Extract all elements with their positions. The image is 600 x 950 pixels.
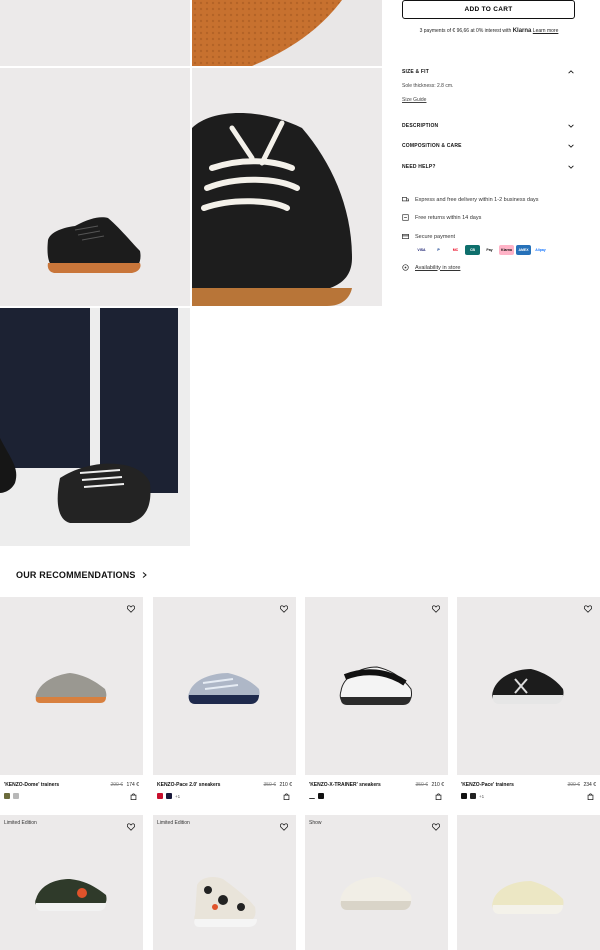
product-price: 210 € xyxy=(431,782,444,788)
payment-methods: VISA P MC CB Pay Klarna AMEX Alipay xyxy=(414,245,548,255)
product-card[interactable]: 'KENZO-Pace' trainers 390 € 234 € +1 xyxy=(457,597,600,800)
color-swatch[interactable] xyxy=(470,793,476,799)
product-card[interactable]: 'KENZO-Dome' trainers 290 € 174 € xyxy=(0,597,143,800)
service-secure: Secure payment xyxy=(402,233,455,240)
buy-box: ADD TO CART 3 payments of € 96,66 at 0% … xyxy=(400,0,582,280)
klarna-text: 3 payments of € 96,66 at 0% interest wit… xyxy=(419,28,512,34)
product-name[interactable]: 'KENZO-Pace' trainers xyxy=(461,782,514,788)
shopping-bag-icon[interactable] xyxy=(587,793,594,800)
return-icon xyxy=(402,214,409,221)
alipay-icon: Alipay xyxy=(535,248,546,252)
card-icon xyxy=(402,234,409,239)
product-image[interactable] xyxy=(305,597,448,775)
accordion-need-help[interactable]: NEED HELP? xyxy=(402,164,436,170)
service-returns-text: Free returns within 14 days xyxy=(415,214,482,221)
product-name[interactable]: 'KENZO-Dome' trainers xyxy=(4,782,59,788)
color-swatch[interactable] xyxy=(318,793,324,799)
availability-in-store-link[interactable]: Availability in store xyxy=(415,265,460,271)
color-swatches: +1 xyxy=(157,793,180,799)
product-card[interactable]: KENZO-Pace 2.0' sneakers 350 € 210 € +1 xyxy=(153,597,296,800)
accordion-composition[interactable]: COMPOSITION & CARE xyxy=(402,143,462,149)
color-swatch[interactable] xyxy=(309,793,315,799)
product-card[interactable] xyxy=(457,815,600,950)
amex-icon: AMEX xyxy=(516,245,531,255)
mastercard-icon: MC xyxy=(452,248,459,252)
color-swatches: +1 xyxy=(461,793,484,799)
color-swatch[interactable] xyxy=(461,793,467,799)
gallery-image-sole-closeup[interactable] xyxy=(192,0,382,66)
product-old-price: 350 € xyxy=(263,782,276,788)
color-swatches xyxy=(4,793,19,799)
shopping-bag-icon[interactable] xyxy=(130,793,137,800)
gallery-image-worn-look[interactable] xyxy=(0,308,190,546)
more-colors-count[interactable]: +1 xyxy=(479,794,484,799)
color-swatch[interactable] xyxy=(13,793,19,799)
product-card[interactable]: Limited Edition xyxy=(153,815,296,950)
service-delivery: Express and free delivery within 1-2 bus… xyxy=(402,196,539,203)
product-image[interactable]: Show xyxy=(305,815,448,950)
product-old-price: 350 € xyxy=(415,782,428,788)
klarna-logo: Klarna xyxy=(512,28,532,34)
chevron-up-icon[interactable] xyxy=(568,69,574,75)
product-price: 210 € xyxy=(279,782,292,788)
service-delivery-text: Express and free delivery within 1-2 bus… xyxy=(415,196,539,203)
shopping-bag-icon[interactable] xyxy=(283,793,290,800)
cb-icon: CB xyxy=(465,245,480,255)
chevron-down-icon[interactable] xyxy=(568,143,574,149)
klarna-installments: 3 payments of € 96,66 at 0% interest wit… xyxy=(400,28,578,34)
location-icon xyxy=(402,264,409,271)
add-to-cart-button[interactable]: ADD TO CART xyxy=(402,0,575,19)
recommendations-heading[interactable]: OUR RECOMMENDATIONS xyxy=(16,570,147,580)
truck-icon xyxy=(402,197,409,202)
color-swatch[interactable] xyxy=(166,793,172,799)
product-name[interactable]: 'KENZO-X-TRAINER' sneakers xyxy=(309,782,381,788)
chevron-down-icon[interactable] xyxy=(568,123,574,129)
service-secure-text: Secure payment xyxy=(415,233,456,240)
accordion-description[interactable]: DESCRIPTION xyxy=(402,123,438,129)
recommendations-title: OUR RECOMMENDATIONS xyxy=(16,570,136,580)
apple-pay-icon: Pay xyxy=(486,248,493,252)
size-guide-link[interactable]: Size Guide xyxy=(402,97,426,103)
color-swatch[interactable] xyxy=(157,793,163,799)
product-card[interactable]: Show xyxy=(305,815,448,950)
service-returns: Free returns within 14 days xyxy=(402,214,481,221)
product-image[interactable] xyxy=(457,815,600,950)
accordion-size-fit[interactable]: SIZE & FIT xyxy=(402,69,429,75)
product-image[interactable] xyxy=(0,597,143,775)
sole-thickness-text: Sole thickness: 2.8 cm. xyxy=(402,83,454,89)
product-image[interactable]: Limited Edition xyxy=(153,815,296,950)
product-card[interactable]: 'KENZO-X-TRAINER' sneakers 350 € 210 € xyxy=(305,597,448,800)
gallery-image-top-left[interactable] xyxy=(0,0,190,66)
product-image[interactable] xyxy=(457,597,600,775)
gallery-image-front-closeup[interactable] xyxy=(192,68,382,306)
visa-icon: VISA xyxy=(417,248,426,252)
chevron-down-icon[interactable] xyxy=(568,164,574,170)
color-swatch[interactable] xyxy=(4,793,10,799)
product-image[interactable]: Limited Edition xyxy=(0,815,143,950)
more-colors-count[interactable]: +1 xyxy=(175,794,180,799)
paypal-icon: P xyxy=(437,248,440,252)
chevron-right-icon xyxy=(142,572,147,578)
product-name[interactable]: KENZO-Pace 2.0' sneakers xyxy=(157,782,220,788)
klarna-icon: Klarna xyxy=(499,245,514,255)
product-price: 234 € xyxy=(583,782,596,788)
color-swatches xyxy=(309,793,324,799)
product-old-price: 390 € xyxy=(567,782,580,788)
product-old-price: 290 € xyxy=(110,782,123,788)
shopping-bag-icon[interactable] xyxy=(435,793,442,800)
product-card[interactable]: Limited Edition xyxy=(0,815,143,950)
gallery-image-side-shoe[interactable] xyxy=(0,68,190,306)
product-image[interactable] xyxy=(153,597,296,775)
product-price: 174 € xyxy=(126,782,139,788)
klarna-learn-more-link[interactable]: Learn more xyxy=(533,28,559,34)
availability-row[interactable]: Availability in store xyxy=(402,264,460,271)
